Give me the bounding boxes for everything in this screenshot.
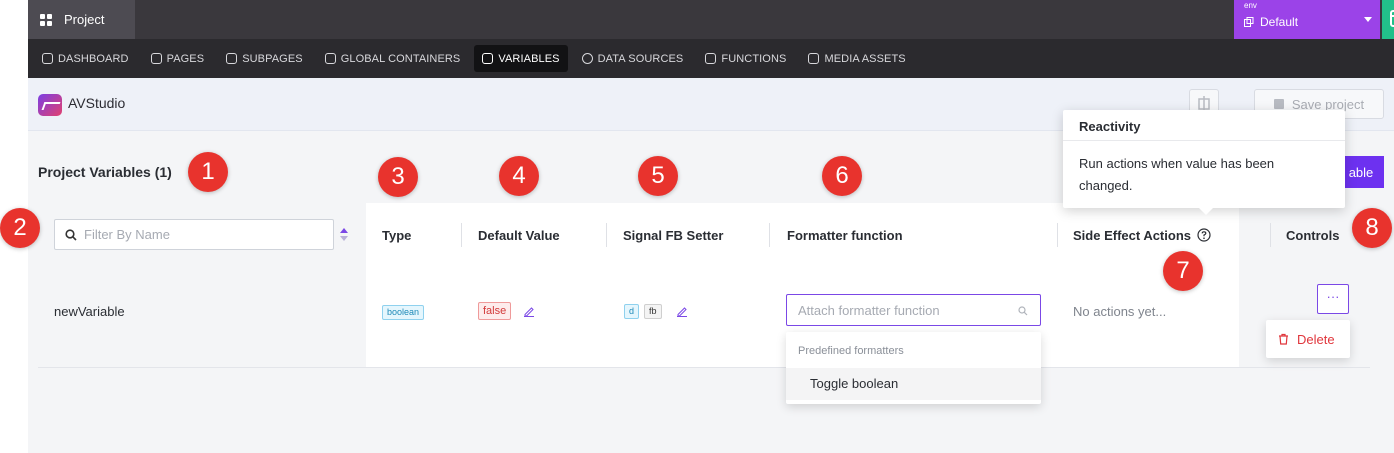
edit-setter-icon[interactable] — [676, 305, 688, 317]
nav-variables[interactable]: VARIABLES — [474, 45, 568, 72]
copy-icon — [1244, 17, 1254, 27]
variable-icon — [482, 53, 494, 64]
delete-menu-item[interactable]: Delete — [1266, 320, 1350, 358]
column-header-side-effects: Side Effect Actions — [1073, 228, 1191, 243]
dropdown-group-label: Predefined formatters — [798, 345, 904, 357]
tooltip-arrow — [1199, 208, 1213, 215]
search-icon — [65, 228, 77, 241]
nav-subpages[interactable]: SUBPAGES — [218, 45, 311, 72]
trash-icon — [1279, 333, 1288, 345]
avstudio-logo-icon — [38, 94, 62, 116]
nav-label: DASHBOARD — [58, 52, 129, 65]
annotation-marker-6: 6 — [822, 156, 862, 196]
nav-pages[interactable]: PAGES — [143, 45, 213, 72]
save-icon — [1273, 99, 1284, 109]
column-header-controls: Controls — [1286, 228, 1340, 243]
formatter-dropdown: Predefined formatters Toggle boolean — [786, 332, 1041, 404]
env-value: Default — [1244, 15, 1298, 29]
column-divider — [461, 223, 462, 247]
annotation-marker-5: 5 — [638, 156, 678, 196]
nav-label: MEDIA ASSETS — [824, 52, 906, 65]
edit-default-value-icon[interactable] — [523, 305, 535, 317]
sort-down-icon — [340, 236, 348, 241]
env-selector[interactable]: env Default — [1234, 0, 1380, 39]
annotation-marker-3: 3 — [378, 157, 418, 197]
column-divider — [1270, 223, 1271, 247]
home-icon — [42, 53, 53, 64]
nav-label: PAGES — [166, 52, 205, 65]
help-icon[interactable] — [1197, 228, 1211, 242]
nav-dashboard[interactable]: DASHBOARD — [34, 45, 137, 72]
reactivity-tooltip: Reactivity Run actions when value has be… — [1063, 110, 1345, 215]
chevron-down-icon — [1364, 17, 1372, 22]
more-options-button[interactable]: ··· — [1317, 284, 1349, 314]
tooltip-body: Run actions when value has been changed. — [1079, 156, 1275, 193]
function-icon — [705, 53, 717, 64]
nav-label: FUNCTIONS — [721, 52, 787, 65]
column-divider — [769, 223, 770, 247]
side-effects-empty: No actions yet... — [1073, 304, 1167, 319]
nav-media-assets[interactable]: MEDIA ASSETS — [800, 45, 913, 72]
column-header-type: Type — [382, 228, 412, 243]
annotation-marker-8: 8 — [1352, 208, 1392, 248]
delete-label: Delete — [1297, 331, 1335, 347]
variable-name: newVariable — [54, 304, 125, 319]
database-icon — [581, 53, 593, 64]
project-tab-label: Project — [64, 12, 105, 27]
filter-field[interactable] — [54, 219, 334, 250]
sort-toggle[interactable] — [340, 228, 348, 242]
env-label: env — [1244, 1, 1257, 10]
column-header-default-value: Default Value — [478, 228, 560, 243]
nav-label: VARIABLES — [498, 52, 560, 65]
tooltip-title: Reactivity — [1079, 119, 1141, 134]
grid-icon — [40, 13, 52, 26]
filter-input[interactable] — [84, 227, 314, 242]
default-value-badge: false — [478, 302, 512, 320]
preview-button[interactable] — [1382, 0, 1394, 39]
type-badge: boolean — [382, 305, 425, 320]
nav-data-sources[interactable]: DATA SOURCES — [574, 45, 692, 72]
image-icon — [808, 53, 820, 64]
annotation-marker-2: 2 — [0, 208, 40, 248]
subpage-icon — [226, 53, 238, 64]
column-header-formatter: Formatter function — [787, 228, 903, 243]
annotation-marker-4: 4 — [499, 156, 539, 196]
nav-functions[interactable]: FUNCTIONS — [697, 45, 794, 72]
nav-bar: DASHBOARD PAGES SUBPAGES GLOBAL CONTAINE… — [28, 39, 1394, 78]
nav-label: GLOBAL CONTAINERS — [340, 52, 461, 65]
container-icon — [324, 53, 336, 64]
annotation-marker-7: 7 — [1163, 251, 1203, 291]
formatter-field[interactable] — [786, 294, 1041, 326]
env-value-label: Default — [1260, 15, 1299, 29]
column-divider — [1057, 223, 1058, 247]
app-name: AVStudio — [68, 95, 126, 111]
top-bar: Project env Default — [28, 0, 1394, 39]
nav-label: SUBPAGES — [242, 52, 303, 65]
dropdown-option-toggle-boolean[interactable]: Toggle boolean — [786, 368, 1041, 400]
search-icon — [1018, 306, 1028, 316]
column-divider — [606, 223, 607, 247]
annotation-marker-1: 1 — [188, 152, 228, 192]
nav-label: DATA SOURCES — [597, 52, 684, 65]
sort-up-icon — [340, 228, 348, 233]
formatter-input[interactable] — [798, 302, 1008, 318]
page-icon — [150, 53, 162, 64]
page-title: Project Variables (1) — [38, 164, 172, 180]
setter-tag-fb: fb — [644, 304, 662, 319]
preview-icon — [1390, 9, 1394, 27]
nav-global-containers[interactable]: GLOBAL CONTAINERS — [317, 45, 469, 72]
column-header-signal-fb-setter: Signal FB Setter — [623, 228, 724, 243]
project-tab[interactable]: Project — [28, 0, 135, 39]
tooltip-divider — [1063, 140, 1345, 141]
app-window: Project env Default DASHBOARD PAGES SUBP… — [0, 0, 1394, 453]
setter-tag-d: d — [624, 304, 640, 319]
